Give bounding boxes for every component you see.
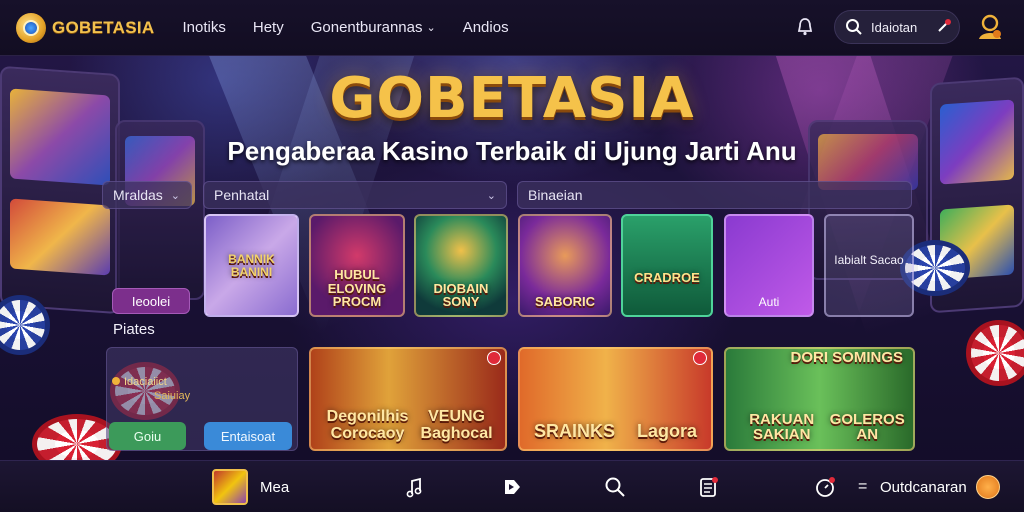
game-title: DIOBAIN SONY xyxy=(433,280,489,310)
game-title: VEUNG Baghocal xyxy=(420,408,493,443)
game-tile[interactable]: HUBUL ELOVING PROCM xyxy=(309,214,405,317)
coin-balance-icon[interactable] xyxy=(976,475,1000,499)
featured-game-tile[interactable]: RAKUAN SAKIAN GOLEROS AN DORI SOMINGS xyxy=(724,347,915,451)
nav-item-3-dropdown[interactable]: Gonentburannas ⌄ xyxy=(311,19,436,36)
featured-game-tile[interactable]: SRAINKS Lagora xyxy=(518,347,713,451)
hero-subtitle: Pengaberaa Kasino Terbaik di Ujung Jarti… xyxy=(227,136,797,166)
promo-text: Idaciaiict Saiuiay xyxy=(112,376,292,404)
game-tile[interactable]: SABORIC xyxy=(518,214,612,317)
game-title: SRAINKS xyxy=(534,421,616,442)
nav-item-4[interactable]: Andios xyxy=(463,19,509,36)
nav-item-1[interactable]: Inotiks xyxy=(183,19,226,36)
nav-item-label: Andios xyxy=(462,19,509,36)
brand-emblem-icon xyxy=(16,12,46,43)
hero-title: GOBETASIA xyxy=(329,66,695,131)
chevron-down-icon: ⌄ xyxy=(486,189,496,202)
nav-item-label: Hety xyxy=(252,19,284,36)
main-nav: Inotiks Hety Gonentburannas ⌄ Andios xyxy=(183,19,536,36)
coin-dot-icon xyxy=(112,377,120,385)
chevron-down-icon: ⌄ xyxy=(426,22,436,34)
search-box[interactable]: Idaiotan xyxy=(834,10,960,44)
music-note-icon[interactable] xyxy=(402,474,428,500)
nav-item-2[interactable]: Hety xyxy=(253,19,284,36)
game-title: GOLEROS AN xyxy=(829,410,905,444)
brand-logo-link[interactable]: GOBETASIA xyxy=(16,12,155,43)
menu-lines-icon[interactable]: = xyxy=(858,478,867,496)
poker-chip-illustration xyxy=(966,320,1024,386)
notification-bell-icon[interactable] xyxy=(794,16,816,38)
timer-icon[interactable] xyxy=(812,474,838,500)
featured-game-tile[interactable]: Degonilhis Corocaoy VEUNG Baghocal xyxy=(309,347,507,451)
user-profile-icon[interactable] xyxy=(974,11,1006,43)
bottom-right-text[interactable]: Outdcanaran xyxy=(880,479,967,496)
game-title: BANNIK BANINI xyxy=(228,251,275,279)
game-title: DORI SOMINGS xyxy=(790,348,903,366)
search-icon[interactable] xyxy=(602,474,628,500)
game-title: Degonilhis Corocaoy xyxy=(326,408,409,443)
game-tile[interactable]: DIOBAIN SONY xyxy=(414,214,508,317)
filter-field-3[interactable]: Binaeian xyxy=(517,181,912,209)
game-title: HUBUL ELOVING PROCM xyxy=(327,267,387,310)
filter-label: Mraldas xyxy=(113,187,163,203)
game-tile[interactable]: BANNIK BANINI xyxy=(204,214,299,317)
filter-dropdown-2[interactable]: Penhatal ⌄ xyxy=(203,181,507,209)
bottom-label: Mea xyxy=(260,479,290,496)
bottom-navigation-bar: Mea = Outdcanaran xyxy=(0,460,1024,512)
filter-label: Penhatal xyxy=(214,187,270,203)
game-title: SABORIC xyxy=(535,294,595,310)
game-title: CRADROE xyxy=(634,270,700,286)
game-title: Auti xyxy=(758,295,780,310)
recent-game-thumbnail[interactable] xyxy=(212,469,248,505)
search-icon xyxy=(846,19,862,35)
side-category-button[interactable]: Ieoolei xyxy=(112,288,190,314)
go-button[interactable]: Goiu xyxy=(109,422,186,450)
favorite-badge-icon xyxy=(693,351,707,365)
nav-item-label: Gonentburannas xyxy=(310,19,423,36)
nav-item-label: Inotiks xyxy=(182,19,226,36)
brand-name: GOBETASIA xyxy=(52,17,155,37)
chevron-down-icon: ⌄ xyxy=(170,189,181,202)
game-tile[interactable]: CRADROE xyxy=(621,214,713,317)
top-navigation-bar: GOBETASIA Inotiks Hety Gonentburannas ⌄ A… xyxy=(0,0,1024,56)
betslip-icon[interactable] xyxy=(695,474,721,500)
promo-line-2: Saiuiay xyxy=(154,389,191,402)
game-title: RAKUAN SAKIAN xyxy=(749,410,815,444)
game-tile[interactable]: Auti xyxy=(724,214,814,317)
filter-label: Binaeian xyxy=(528,187,583,203)
game-title: Iabialt Sacao xyxy=(834,253,904,268)
favorite-badge-icon xyxy=(487,351,501,365)
login-button[interactable]: Entaisoat xyxy=(204,422,292,450)
search-value: Idaiotan xyxy=(871,19,918,35)
play-tag-icon[interactable] xyxy=(499,474,525,500)
header-actions: Idaiotan xyxy=(794,10,1006,44)
game-title: Lagora xyxy=(636,421,697,442)
filter-dropdown-1[interactable]: Mraldas ⌄ xyxy=(102,181,192,209)
promo-line-1: Idaciaiict xyxy=(124,376,167,388)
game-tile[interactable]: Iabialt Sacao xyxy=(824,214,914,317)
section-label: Piates xyxy=(113,321,155,338)
clear-search-icon[interactable] xyxy=(937,19,951,33)
